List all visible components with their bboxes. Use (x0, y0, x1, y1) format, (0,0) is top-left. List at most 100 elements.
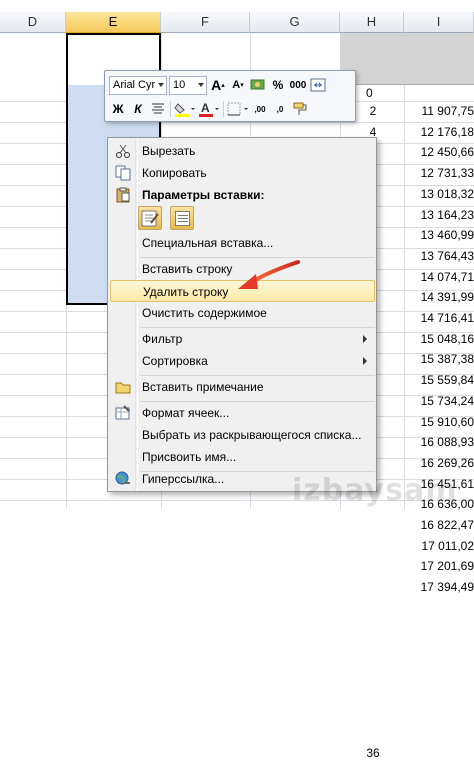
borders-icon (227, 102, 248, 116)
menu-item-hyperlink-label: Гиперссылка... (142, 472, 225, 486)
font-size-combo[interactable]: 10 (169, 75, 207, 95)
paste-options-row (138, 206, 194, 230)
menu-item-cut-label: Вырезать (142, 144, 196, 158)
clipboard-icon (114, 187, 132, 203)
paste-formatting-button[interactable] (138, 206, 162, 230)
column-header-d[interactable]: D (0, 12, 66, 33)
cell-h[interactable]: 36 (360, 743, 386, 763)
menu-item-paste-special[interactable]: Специальная вставка... (110, 232, 375, 254)
menu-item-delete-row[interactable]: Удалить строку (110, 280, 375, 302)
thousands-separator-button[interactable]: 000 (289, 75, 307, 95)
cell-i[interactable]: 15 559,84 (404, 370, 474, 390)
context-menu: Вырезать Копировать Параметры вставки: С… (107, 137, 377, 492)
cell-i[interactable]: 12 450,66 (404, 142, 474, 162)
cell-i[interactable]: 17 201,69 (404, 556, 474, 576)
cell-i[interactable]: 16 269,26 (404, 453, 474, 473)
column-header-e[interactable]: E (66, 12, 161, 33)
format-cells-icon (114, 405, 132, 421)
cell-i[interactable]: 17 011,02 (404, 536, 474, 556)
fill-bucket-icon (174, 103, 195, 117)
cell-i[interactable]: 12 731,33 (404, 163, 474, 183)
cell-i[interactable]: 13 460,99 (404, 225, 474, 245)
paste-values-button[interactable] (170, 206, 194, 230)
cell-i[interactable]: 14 716,41 (404, 308, 474, 328)
cell-i[interactable]: 15 387,38 (404, 349, 474, 369)
menu-item-pick-from-list-label: Выбрать из раскрывающегося списка... (142, 428, 362, 442)
bold-button[interactable]: Ж (109, 99, 127, 119)
menu-item-paste-special-label: Специальная вставка... (142, 236, 274, 250)
decrease-decimal-button[interactable]: ,0 (271, 99, 289, 119)
font-size-value: 10 (173, 79, 186, 91)
font-name-value: Arial Cyr (113, 79, 156, 91)
cell-i[interactable]: 16 822,47 (404, 515, 474, 535)
currency-icon (250, 79, 265, 90)
menu-item-copy[interactable]: Копировать (110, 162, 375, 184)
menu-item-insert-note-label: Вставить примечание (142, 380, 264, 394)
cell-i[interactable]: 11 907,75 (404, 101, 474, 121)
menu-item-clear-contents-label: Очистить содержимое (142, 306, 267, 320)
globe-link-icon (114, 471, 132, 487)
percent-button[interactable]: % (269, 75, 287, 95)
mini-toolbar: Arial Cyr 10 A ▴ A ▾ % 000 Ж К A ,00 ,0 (104, 70, 356, 122)
currency-format-button[interactable] (249, 75, 267, 95)
cell-i[interactable]: 13 164,23 (404, 205, 474, 225)
cell-i[interactable]: 14 074,71 (404, 267, 474, 287)
note-icon (114, 379, 132, 395)
menu-item-insert-row[interactable]: Вставить строку (110, 258, 375, 280)
merge-icon (310, 78, 326, 92)
cell-h[interactable]: 2 (360, 101, 386, 121)
borders-button[interactable] (227, 99, 249, 119)
cell-i[interactable]: 17 394,49 (404, 577, 474, 597)
paste-brush-icon (141, 210, 159, 227)
menu-item-sort[interactable]: Сортировка (110, 350, 375, 372)
cell-i[interactable]: 14 391,99 (404, 287, 474, 307)
menu-item-cut[interactable]: Вырезать (110, 140, 375, 162)
font-color-icon: A (199, 101, 219, 117)
menu-item-insert-row-label: Вставить строку (142, 262, 233, 276)
column-header-h[interactable]: H (340, 12, 404, 33)
menu-item-paste-options-label: Параметры вставки: (142, 188, 265, 202)
menu-item-name-range[interactable]: Присвоить имя... (110, 446, 375, 468)
menu-item-format-cells[interactable]: Формат ячеек... (110, 402, 375, 424)
cell-i[interactable]: 12 176,18 (404, 122, 474, 142)
shrink-font-button[interactable]: A ▾ (229, 75, 247, 95)
italic-button[interactable]: К (129, 99, 147, 119)
submenu-arrow-icon (363, 357, 367, 365)
column-header-f[interactable]: F (161, 12, 250, 33)
font-color-button[interactable]: A (198, 99, 220, 119)
top-strip (0, 0, 474, 12)
svg-text:A: A (201, 101, 210, 115)
watermark: izbaysam (292, 473, 458, 508)
align-center-button[interactable] (149, 99, 167, 119)
menu-item-pick-from-list[interactable]: Выбрать из раскрывающегося списка... (110, 424, 375, 446)
cell-i[interactable]: 16 088,93 (404, 432, 474, 452)
submenu-arrow-icon (363, 335, 367, 343)
cell-i[interactable]: 15 910,60 (404, 412, 474, 432)
menu-item-delete-row-label: Удалить строку (143, 285, 229, 299)
cell-i[interactable]: 13 764,43 (404, 246, 474, 266)
copy-icon (114, 165, 132, 181)
format-painter-icon (293, 102, 307, 115)
cell-i[interactable]: 15 734,24 (404, 391, 474, 411)
merged-header-block (340, 33, 474, 85)
menu-item-sort-label: Сортировка (142, 354, 208, 368)
column-header-i[interactable]: I (404, 12, 474, 33)
column-header-g[interactable]: G (250, 12, 340, 33)
menu-item-name-range-label: Присвоить имя... (142, 450, 237, 464)
align-center-icon (152, 103, 164, 114)
menu-item-insert-note[interactable]: Вставить примечание (110, 376, 375, 398)
font-name-combo[interactable]: Arial Cyr (109, 75, 167, 95)
increase-decimal-button[interactable]: ,00 (251, 99, 269, 119)
merge-center-button[interactable] (309, 75, 327, 95)
format-painter-button[interactable] (291, 99, 309, 119)
menu-item-copy-label: Копировать (142, 166, 207, 180)
menu-item-format-cells-label: Формат ячеек... (142, 406, 230, 420)
cell-i[interactable]: 13 018,32 (404, 184, 474, 204)
fill-color-button[interactable] (174, 99, 196, 119)
menu-item-filter[interactable]: Фильтр (110, 328, 375, 350)
menu-item-clear-contents[interactable]: Очистить содержимое (110, 302, 375, 324)
menu-item-paste-options: Параметры вставки: (110, 184, 375, 206)
scissors-icon (114, 143, 132, 159)
cell-i[interactable]: 15 048,16 (404, 329, 474, 349)
grow-font-button[interactable]: A ▴ (209, 75, 227, 95)
